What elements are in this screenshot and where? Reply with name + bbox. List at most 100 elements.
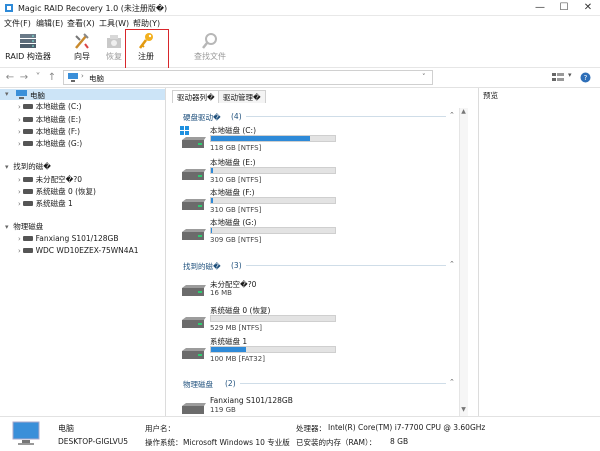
usage-bar xyxy=(210,346,336,353)
view-dropdown-icon[interactable]: ▾ xyxy=(568,71,572,79)
hard-drive-icon xyxy=(182,137,206,148)
status-os-value: Microsoft Windows 10 专业版 xyxy=(183,438,290,447)
computer-icon xyxy=(16,90,27,99)
menu-file[interactable]: 文件(F) xyxy=(4,18,31,29)
expand-icon[interactable]: › xyxy=(18,247,21,255)
disk-icon xyxy=(23,129,34,134)
tree-item-local-f[interactable]: › 本地磁盘 (F:) xyxy=(18,126,80,137)
tab-drive-manager[interactable]: 驱动管理� xyxy=(218,90,266,103)
raid-builder-button[interactable]: RAID 构造器 xyxy=(4,32,52,66)
expand-icon[interactable]: › xyxy=(18,188,21,196)
drive-info: 119 GB xyxy=(210,406,236,414)
expand-icon[interactable]: › xyxy=(18,116,21,124)
address-field[interactable]: › 电脑 ˅ xyxy=(63,70,433,85)
maximize-button[interactable]: ☐ xyxy=(554,2,574,13)
status-ram-value: 8 GB xyxy=(390,437,409,446)
section-phys-title: 物理磁盘 xyxy=(183,380,213,389)
expand-icon[interactable]: › xyxy=(18,200,21,208)
raid-builder-label: RAID 构造器 xyxy=(5,52,51,61)
tree-item-local-g[interactable]: › 本地磁盘 (G:) xyxy=(18,138,82,149)
navigation-tree: ▾ 电脑 › 本地磁盘 (C:) › 本地磁盘 (E:) › 本地磁盘 (F:)… xyxy=(0,88,166,416)
recover-label: 恢复 xyxy=(106,52,122,61)
tree-item-system-disk-0[interactable]: › 系统磁盘 0 (恢复) xyxy=(18,186,96,197)
scroll-down-icon[interactable]: ▼ xyxy=(459,406,468,413)
tree-item-unallocated[interactable]: › 未分配空�?0 xyxy=(18,174,82,185)
tree-item-wdc[interactable]: › WDC WD10EZEX-75WN4A1 xyxy=(18,246,138,255)
collapse-icon[interactable]: ▾ xyxy=(5,90,9,98)
tree-label: 系统磁盘 1 xyxy=(35,199,73,208)
status-ram-label: 已安装的内存（RAM）： xyxy=(296,438,377,447)
expand-icon[interactable]: › xyxy=(18,140,21,148)
expand-icon[interactable]: › xyxy=(18,103,21,111)
status-user-label: 用户名： xyxy=(145,424,175,433)
drive-item-g[interactable]: 本地磁盘 (G:) 309 GB [NTFS] xyxy=(178,216,448,246)
forward-button[interactable]: → xyxy=(18,72,30,83)
tree-label: 系统磁盘 0 (恢复) xyxy=(35,187,96,196)
drive-item-f[interactable]: 本地磁盘 (F:) 310 GB [NTFS] xyxy=(178,186,448,216)
drive-item-c[interactable]: 本地磁盘 (C:) 118 GB [NTFS] xyxy=(178,124,448,154)
found-item-system-disk-0[interactable]: 系统磁盘 0 (恢复) 529 MB [NTFS] xyxy=(178,304,448,334)
collapse-section-icon[interactable]: ⌃ xyxy=(449,260,455,268)
phys-item-fanxiang[interactable]: Fanxiang S101/128GB 119 GB xyxy=(178,394,448,416)
drive-info: 310 GB [NTFS] xyxy=(210,176,262,184)
hard-drive-icon xyxy=(182,403,206,414)
usage-fill xyxy=(211,168,214,173)
help-icon[interactable]: ? xyxy=(580,72,591,83)
status-hostname: DESKTOP-GIGLVU5 xyxy=(58,437,129,446)
address-dropdown-icon[interactable]: ˅ xyxy=(422,73,426,81)
hard-drive-icon xyxy=(182,199,206,210)
collapse-icon[interactable]: ▾ xyxy=(5,163,9,171)
scroll-up-icon[interactable]: ▲ xyxy=(459,108,468,115)
view-mode-icon[interactable] xyxy=(552,73,564,82)
expand-icon[interactable]: › xyxy=(18,176,21,184)
tree-item-computer[interactable]: ▾ 电脑 xyxy=(0,89,165,100)
found-item-system-disk-1[interactable]: 系统磁盘 1 100 MB [FAT32] xyxy=(178,335,448,365)
drive-info: 118 GB [NTFS] xyxy=(210,144,262,152)
history-dropdown[interactable]: ˅ xyxy=(32,72,44,83)
collapse-icon[interactable]: ▾ xyxy=(5,223,9,231)
tree-item-local-c[interactable]: › 本地磁盘 (C:) xyxy=(18,101,82,112)
preview-header: 预览 xyxy=(483,91,498,100)
menu-tools[interactable]: 工具(W) xyxy=(99,18,129,29)
collapse-section-icon[interactable]: ⌃ xyxy=(449,378,455,386)
usage-bar xyxy=(210,197,336,204)
vertical-scrollbar[interactable] xyxy=(459,108,468,416)
back-button[interactable]: ← xyxy=(4,72,16,83)
tree-item-local-e[interactable]: › 本地磁盘 (E:) xyxy=(18,114,81,125)
drive-info: 529 MB [NTFS] xyxy=(210,324,262,332)
menu-edit[interactable]: 编辑(E) xyxy=(36,18,63,29)
register-highlight-frame xyxy=(125,29,169,70)
menu-help[interactable]: 帮助(Y) xyxy=(133,18,160,29)
pane-divider xyxy=(478,88,479,416)
tab-drive-list[interactable]: 驱动器列� xyxy=(172,90,220,103)
found-item-unallocated[interactable]: 未分配空�?0 16 MB xyxy=(178,276,448,302)
tree-item-found-disks[interactable]: ▾ 找到的磁� xyxy=(5,161,51,172)
usage-fill xyxy=(211,136,311,141)
drive-item-e[interactable]: 本地磁盘 (E:) 310 GB [NTFS] xyxy=(178,156,448,186)
minimize-button[interactable]: — xyxy=(530,2,550,13)
tree-item-fanxiang[interactable]: › Fanxiang S101/128GB xyxy=(18,234,118,243)
expand-icon[interactable]: › xyxy=(18,235,21,243)
window-title: Magic RAID Recovery 1.0 (未注册版�) xyxy=(18,4,168,13)
find-files-label: 查找文件 xyxy=(194,52,226,61)
toolbar: RAID 构造器 向导 恢复 注册 查找文件 xyxy=(0,30,600,68)
drive-info: 310 GB [NTFS] xyxy=(210,206,262,214)
expand-icon[interactable]: › xyxy=(18,128,21,136)
drive-info: 309 GB [NTFS] xyxy=(210,236,262,244)
hard-drive-icon xyxy=(182,229,206,240)
up-button[interactable]: ↑ xyxy=(46,72,58,83)
usage-fill xyxy=(211,228,213,233)
recover-button[interactable]: 恢复 xyxy=(102,32,126,66)
disk-icon xyxy=(23,117,34,122)
status-cpu-label: 处理器： xyxy=(296,424,326,433)
app-icon xyxy=(5,4,13,12)
wizard-button[interactable]: 向导 xyxy=(70,32,94,66)
menu-view[interactable]: 查看(X) xyxy=(67,18,95,29)
close-button[interactable]: ✕ xyxy=(578,2,598,13)
find-files-button[interactable]: 查找文件 xyxy=(190,32,230,66)
tree-item-physical-disks[interactable]: ▾ 物理磁盘 xyxy=(5,221,43,232)
address-bar: ← → ˅ ↑ › 电脑 ˅ ▾ ? xyxy=(0,68,600,88)
hard-drive-icon xyxy=(182,285,206,296)
collapse-section-icon[interactable]: ⌃ xyxy=(449,111,455,119)
tree-item-system-disk-1[interactable]: › 系统磁盘 1 xyxy=(18,198,73,209)
